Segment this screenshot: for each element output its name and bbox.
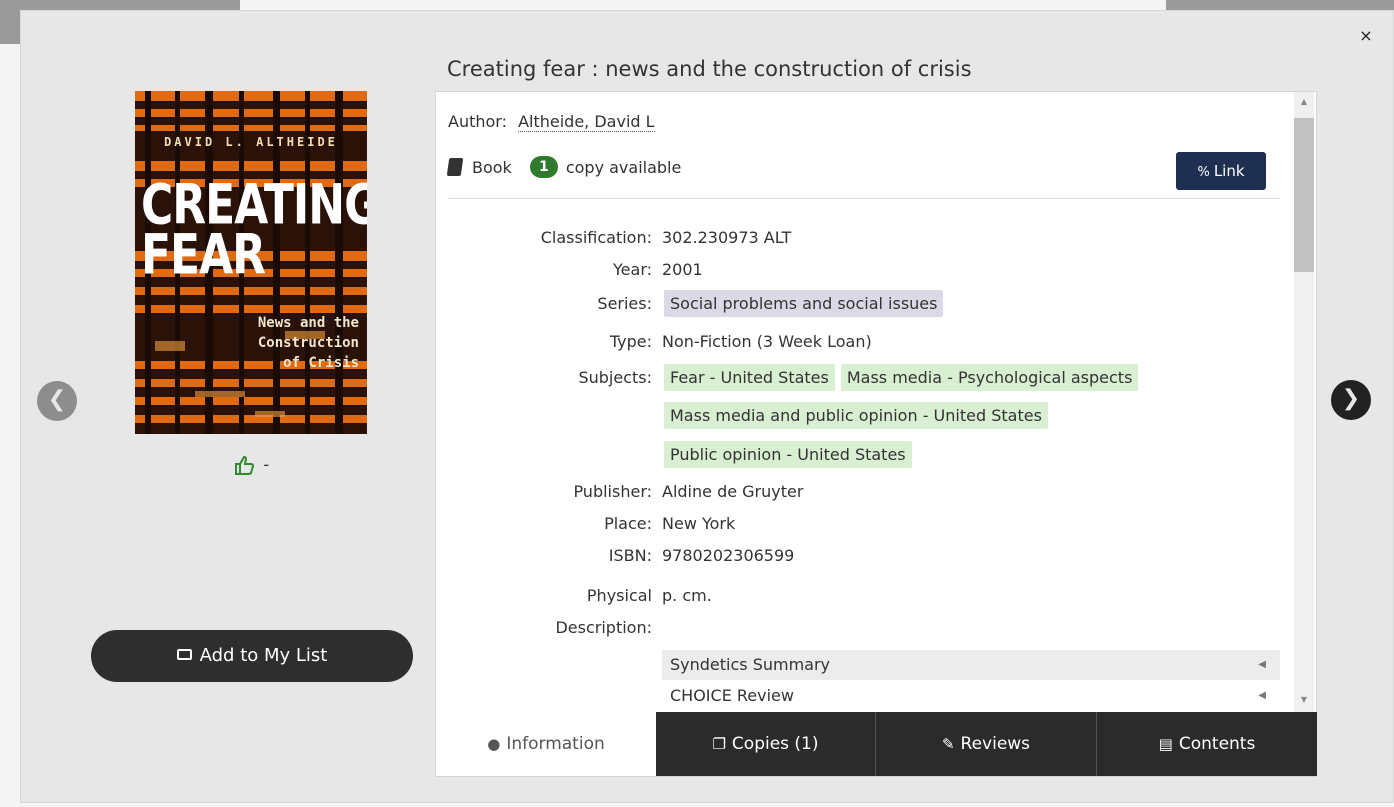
divider <box>448 198 1280 199</box>
subjects-label: Subjects: <box>578 368 652 387</box>
document-icon: ▤ <box>1158 735 1173 753</box>
series-tag[interactable]: Social problems and social issues <box>664 290 944 317</box>
record-title: Creating fear : news and the constructio… <box>447 57 972 81</box>
tab-reviews[interactable]: ✎ Reviews <box>875 712 1096 776</box>
year-label: Year: <box>613 260 652 279</box>
syndetics-summary-accordion[interactable]: Syndetics Summary ◀ <box>662 650 1280 680</box>
format-row: Book 1 copy available <box>446 156 682 178</box>
cover-subtitle-text: News and the Construction of Crisis <box>257 315 359 371</box>
tab-copies[interactable]: ❐ Copies (1) <box>656 712 875 776</box>
subject-tag[interactable]: Mass media and public opinion - United S… <box>664 402 1048 429</box>
info-icon: ● <box>487 735 501 753</box>
subject-tag[interactable]: Public opinion - United States <box>664 441 912 468</box>
link-button[interactable]: % Link <box>1176 152 1266 190</box>
chevron-right-icon: ❯ <box>1341 386 1361 411</box>
scrollbar-thumb[interactable] <box>1294 118 1314 272</box>
subject-tag[interactable]: Fear - United States <box>664 364 835 391</box>
caret-left-icon: ◀ <box>1258 659 1266 670</box>
rating-value: - <box>263 455 270 474</box>
next-record-button[interactable]: ❯ <box>1331 380 1371 420</box>
isbn-label: ISBN: <box>608 546 652 565</box>
publisher-label: Publisher: <box>573 482 652 501</box>
author-row: Author: Altheide, David L <box>448 112 655 132</box>
chevron-left-icon: ❮ <box>47 387 67 412</box>
list-icon <box>176 648 192 660</box>
author-label: Author: <box>448 112 507 131</box>
tab-contents[interactable]: ▤ Contents <box>1096 712 1317 776</box>
copies-icon: ❐ <box>712 735 726 753</box>
place-label: Place: <box>604 514 652 533</box>
add-to-my-list-label: Add to My List <box>199 645 328 666</box>
classification-value: 302.230973 ALT <box>662 228 792 247</box>
scroll-down-arrow-icon[interactable]: ▼ <box>1294 692 1314 708</box>
physical-description-value: p. cm. <box>662 586 712 605</box>
choice-review-accordion[interactable]: CHOICE Review ◀ <box>662 681 1280 711</box>
scroll-up-arrow-icon[interactable]: ▲ <box>1294 94 1314 110</box>
year-value: 2001 <box>662 260 703 279</box>
caret-left-icon: ◀ <box>1258 690 1266 701</box>
place-value: New York <box>662 514 736 533</box>
physical-description-label: Physical Description: <box>555 586 652 637</box>
record-tabs: ● Information ❐ Copies (1) ✎ Reviews ▤ Conte… <box>436 712 1317 776</box>
cover-title-text: CREATING FEAR <box>141 173 367 288</box>
previous-record-button[interactable]: ❮ <box>37 381 77 421</box>
cover-author-text: DAVID L. ALTHEIDE <box>164 135 338 149</box>
copies-available-text: copy available <box>565 157 682 177</box>
classification-label: Classification: <box>540 228 652 247</box>
thumbs-up-icon[interactable] <box>233 454 255 476</box>
isbn-value: 9780202306599 <box>662 546 795 565</box>
book-cover-image: DAVID L. ALTHEIDE CREATING FEAR News and… <box>135 91 367 434</box>
format-label: Book <box>472 157 512 177</box>
record-modal: × ❮ ❯ DAVID L. ALTHEIDE CREATING FEAR Ne… <box>20 10 1394 803</box>
add-to-my-list-button[interactable]: Add to My List <box>91 630 413 682</box>
copies-count-badge: 1 <box>529 156 558 178</box>
edit-icon: ✎ <box>941 735 955 753</box>
type-label: Type: <box>609 332 652 351</box>
subject-tag[interactable]: Mass media - Psychological aspects <box>840 364 1139 391</box>
record-details-panel: ▲ ▼ Author: Altheide, David L Book 1 cop… <box>435 91 1317 777</box>
link-icon: % <box>1197 165 1210 180</box>
author-link[interactable]: Altheide, David L <box>518 112 655 132</box>
rating: - <box>233 451 269 476</box>
series-label: Series: <box>597 294 652 313</box>
publisher-value: Aldine de Gruyter <box>662 482 804 501</box>
type-value: Non-Fiction (3 Week Loan) <box>662 332 872 351</box>
tab-information[interactable]: ● Information <box>436 712 656 776</box>
book-icon <box>446 158 464 176</box>
close-button[interactable]: × <box>1355 25 1377 47</box>
